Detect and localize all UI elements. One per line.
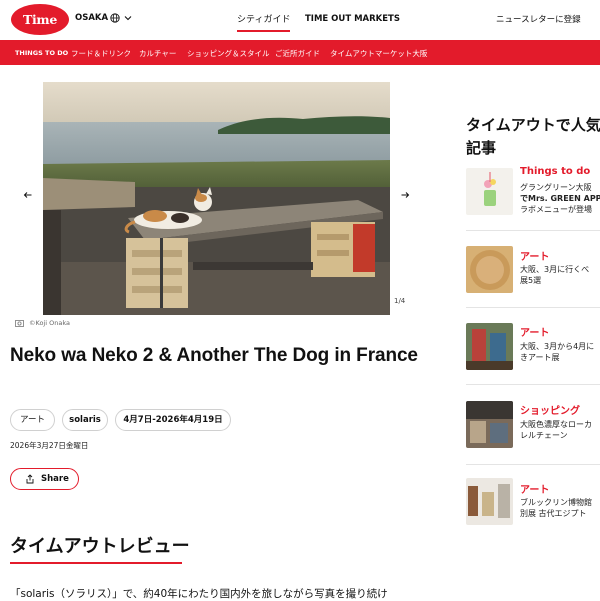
subnav-timeout-market-osaka[interactable]: タイムアウトマーケット大阪 — [330, 48, 427, 59]
gallery-counter: 1/4 — [394, 297, 406, 305]
nav-timeout-markets[interactable]: TIME OUT MARKETS — [305, 14, 400, 24]
subnav-neighborhood-guide[interactable]: ご近所ガイド — [275, 48, 320, 59]
timeout-logo[interactable]: Time Out — [11, 4, 69, 58]
card-category-art-3[interactable]: アート — [520, 481, 549, 496]
popular-articles-heading: タイムアウトで人気 記事 — [466, 116, 600, 157]
card-text-5[interactable]: ブルックリン博物館 別展 古代エジプト — [520, 497, 600, 519]
city-selector-label[interactable]: OSAKA — [75, 13, 108, 23]
share-button[interactable]: Share — [10, 468, 79, 490]
card-text-3[interactable]: 大阪、3月から4月に きアート展 — [520, 341, 600, 363]
publish-date: 2026年3月27日金曜日 — [10, 441, 89, 450]
share-button-label: Share — [41, 474, 69, 484]
tag-art[interactable]: アート — [10, 409, 55, 431]
gallery-next-arrow-icon[interactable] — [400, 190, 410, 200]
card-thumbnail-art-3[interactable] — [466, 478, 513, 525]
globe-icon[interactable] — [110, 13, 120, 23]
tag-dates: 4月7日-2026年4月19日 — [115, 409, 231, 431]
share-icon — [26, 474, 34, 484]
card-divider — [466, 464, 600, 465]
subnav-things-to-do[interactable]: THINGS TO DO — [15, 49, 68, 57]
card-divider — [466, 384, 600, 385]
subnav-shopping-style[interactable]: ショッピング＆スタイル — [187, 48, 270, 59]
card-text-1[interactable]: グラングリーン大阪 でMrs. GREEN APPL ラボメニューが登場 — [520, 182, 600, 215]
nav-city-guide[interactable]: シティガイド — [237, 12, 291, 32]
tag-venue[interactable]: solaris — [62, 409, 108, 431]
card-thumbnail-drink[interactable] — [466, 168, 513, 215]
photo-credit: ©Koji Onaka — [29, 319, 70, 327]
card-thumbnail-art-1[interactable] — [466, 246, 513, 293]
card-category-shopping[interactable]: ショッピング — [520, 402, 580, 417]
card-category-art-2[interactable]: アート — [520, 324, 549, 339]
article-title: Neko wa Neko 2 & Another The Dog in Fran… — [10, 345, 418, 366]
hero-photo-cat-on-bench[interactable] — [43, 82, 390, 315]
subnav-food-drink[interactable]: フード＆ドリンク — [71, 48, 131, 59]
newsletter-signup-link[interactable]: ニュースレターに登録 — [496, 13, 581, 25]
card-category-art-1[interactable]: アート — [520, 248, 549, 263]
card-category-things-to-do[interactable]: Things to do — [520, 166, 590, 177]
top-header: Time Out OSAKA シティガイド TIME OUT MARKETS ニ… — [0, 0, 600, 58]
review-heading: タイムアウトレビュー — [10, 536, 190, 557]
chevron-down-icon[interactable] — [124, 14, 132, 22]
card-text-2[interactable]: 大阪、3月に行くべ 展5選 — [520, 264, 600, 286]
card-divider — [466, 307, 600, 308]
card-divider — [466, 230, 600, 231]
card-text-4[interactable]: 大阪色濃厚なローカ レルチェーン — [520, 419, 600, 441]
category-nav-bar: THINGS TO DO フード＆ドリンク カルチャー ショッピング＆スタイル … — [0, 40, 600, 65]
review-heading-underline — [10, 562, 182, 564]
card-thumbnail-shopping[interactable] — [466, 401, 513, 448]
camera-icon — [15, 320, 24, 327]
gallery-prev-arrow-icon[interactable] — [23, 190, 33, 200]
card-thumbnail-art-2[interactable] — [466, 323, 513, 370]
subnav-culture[interactable]: カルチャー — [139, 48, 176, 59]
article-body-text: 「solaris（ソラリス）」で、約40年にわたり国内外を旅しながら写真を撮り続… — [10, 588, 388, 600]
